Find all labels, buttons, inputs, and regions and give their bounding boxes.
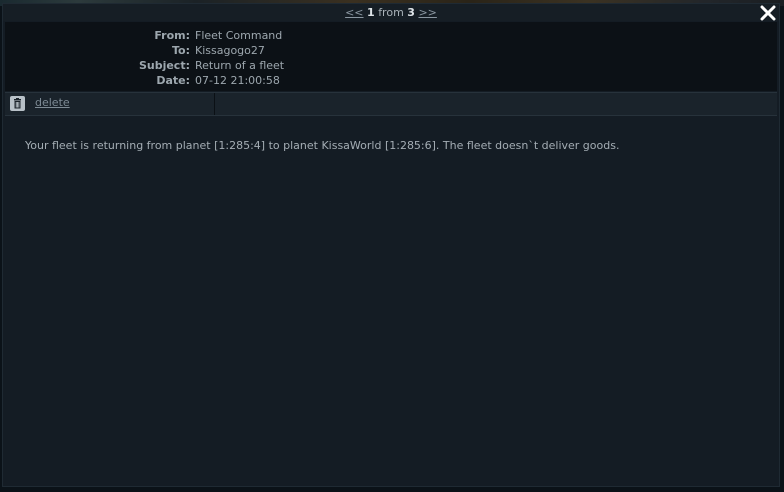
prev-page-link[interactable]: <<	[345, 6, 363, 19]
subject-label: Subject:	[138, 59, 190, 72]
close-button[interactable]	[759, 4, 777, 22]
subject-row: Subject: Return of a fleet	[5, 58, 777, 73]
message-dialog: << 1 from 3 >> From: Fleet Command To: K…	[2, 3, 780, 487]
to-row: To: Kissagogo27	[5, 43, 777, 58]
message-header: From: Fleet Command To: Kissagogo27 Subj…	[5, 22, 777, 91]
date-row: Date: 07-12 21:00:58	[5, 73, 777, 88]
date-value: 07-12 21:00:58	[195, 74, 280, 87]
total-pages: 3	[407, 6, 415, 19]
from-value: Fleet Command	[195, 29, 283, 42]
from-row: From: Fleet Command	[5, 28, 777, 43]
date-label: Date:	[156, 74, 190, 87]
subject-value: Return of a fleet	[195, 59, 285, 72]
pager-from-word: from	[378, 6, 404, 19]
close-icon	[760, 5, 776, 21]
from-label: From:	[154, 29, 190, 42]
to-label: To:	[172, 44, 190, 57]
current-page: 1	[367, 6, 375, 19]
next-page-link[interactable]: >>	[418, 6, 436, 19]
trash-glyph-icon	[14, 98, 21, 109]
message-body: Your fleet is returning from planet [1:2…	[25, 139, 620, 152]
delete-link[interactable]: delete	[35, 96, 70, 109]
delete-cell: delete	[5, 93, 215, 115]
trash-icon[interactable]	[10, 96, 25, 111]
to-value: Kissagogo27	[195, 44, 265, 57]
message-toolbar: delete	[5, 92, 777, 116]
message-pager: << 1 from 3 >>	[3, 4, 779, 21]
